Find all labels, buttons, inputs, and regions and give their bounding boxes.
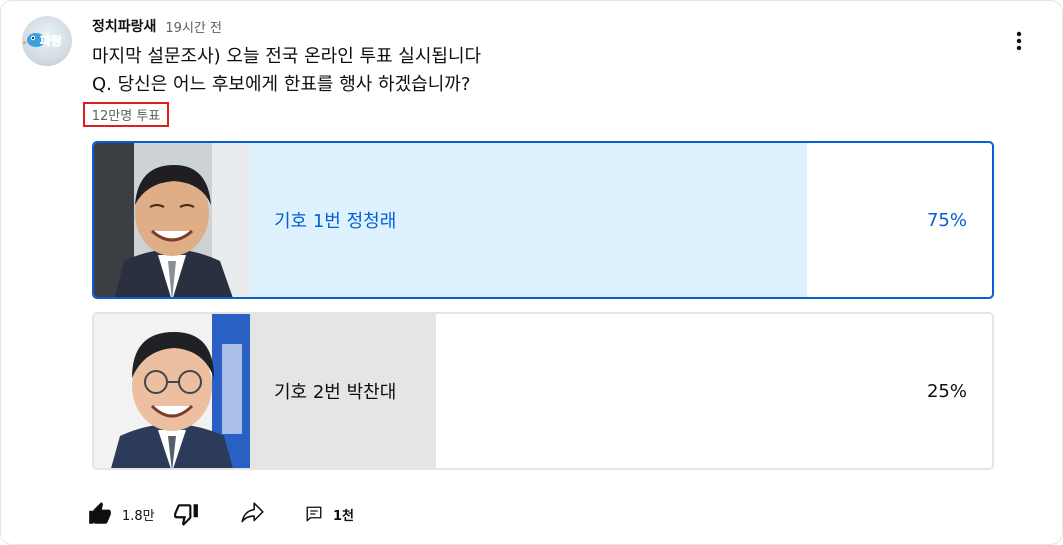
post-header: 정치파랑새 19시간 전 [92,16,222,36]
bird-logo-icon: 파랑 [22,33,62,48]
post-text-line2: Q. 당신은 어느 후보에게 한표를 행사 하겠습니까? [92,74,471,95]
option-label-1: 기호 1번 정청래 [274,211,397,232]
like-count: 1.8만 [122,508,155,524]
comment-icon [306,506,322,522]
share-button[interactable] [239,501,305,527]
total-votes-text: 12만명 투표 [91,109,161,124]
post-time[interactable]: 19시간 전 [165,17,222,36]
more-vert-icon [1016,31,1022,51]
total-votes-label: 12만명 투표 [83,102,169,127]
option-percent-2: 25% [926,380,967,402]
more-options-button[interactable] [1005,29,1033,53]
option-percent-1: 75% [926,209,967,231]
option-label-2: 기호 2번 박찬대 [274,382,397,403]
poll-option-1[interactable]: 기호 1번 정청래 75% [92,141,994,299]
dislike-button[interactable] [173,501,239,527]
candidate-photo-1 [94,143,250,297]
comment-button[interactable]: 1천 [305,505,354,524]
post-text-line1: 마지막 설문조사) 오늘 전국 온라인 투표 실시됩니다 [92,46,482,67]
post-text: 마지막 설문조사) 오늘 전국 온라인 투표 실시됩니다 Q. 당신은 어느 후보… [92,43,481,99]
like-button[interactable] [87,501,122,527]
candidate-photo-2 [94,314,250,468]
thumb-up-icon [89,502,111,524]
action-bar: 1.8만 1천 [87,497,354,531]
share-icon [241,502,264,523]
comment-count: 1천 [333,508,355,524]
svg-text:파랑: 파랑 [40,33,62,48]
channel-name[interactable]: 정치파랑새 [92,16,156,36]
thumb-down-icon [174,504,198,526]
channel-avatar[interactable]: 파랑 [22,16,72,66]
poll-option-2[interactable]: 기호 2번 박찬대 25% [92,312,994,470]
community-post-card: 파랑 정치파랑새 19시간 전 마지막 설문조사) 오늘 전국 온라인 투표 실… [0,0,1063,545]
